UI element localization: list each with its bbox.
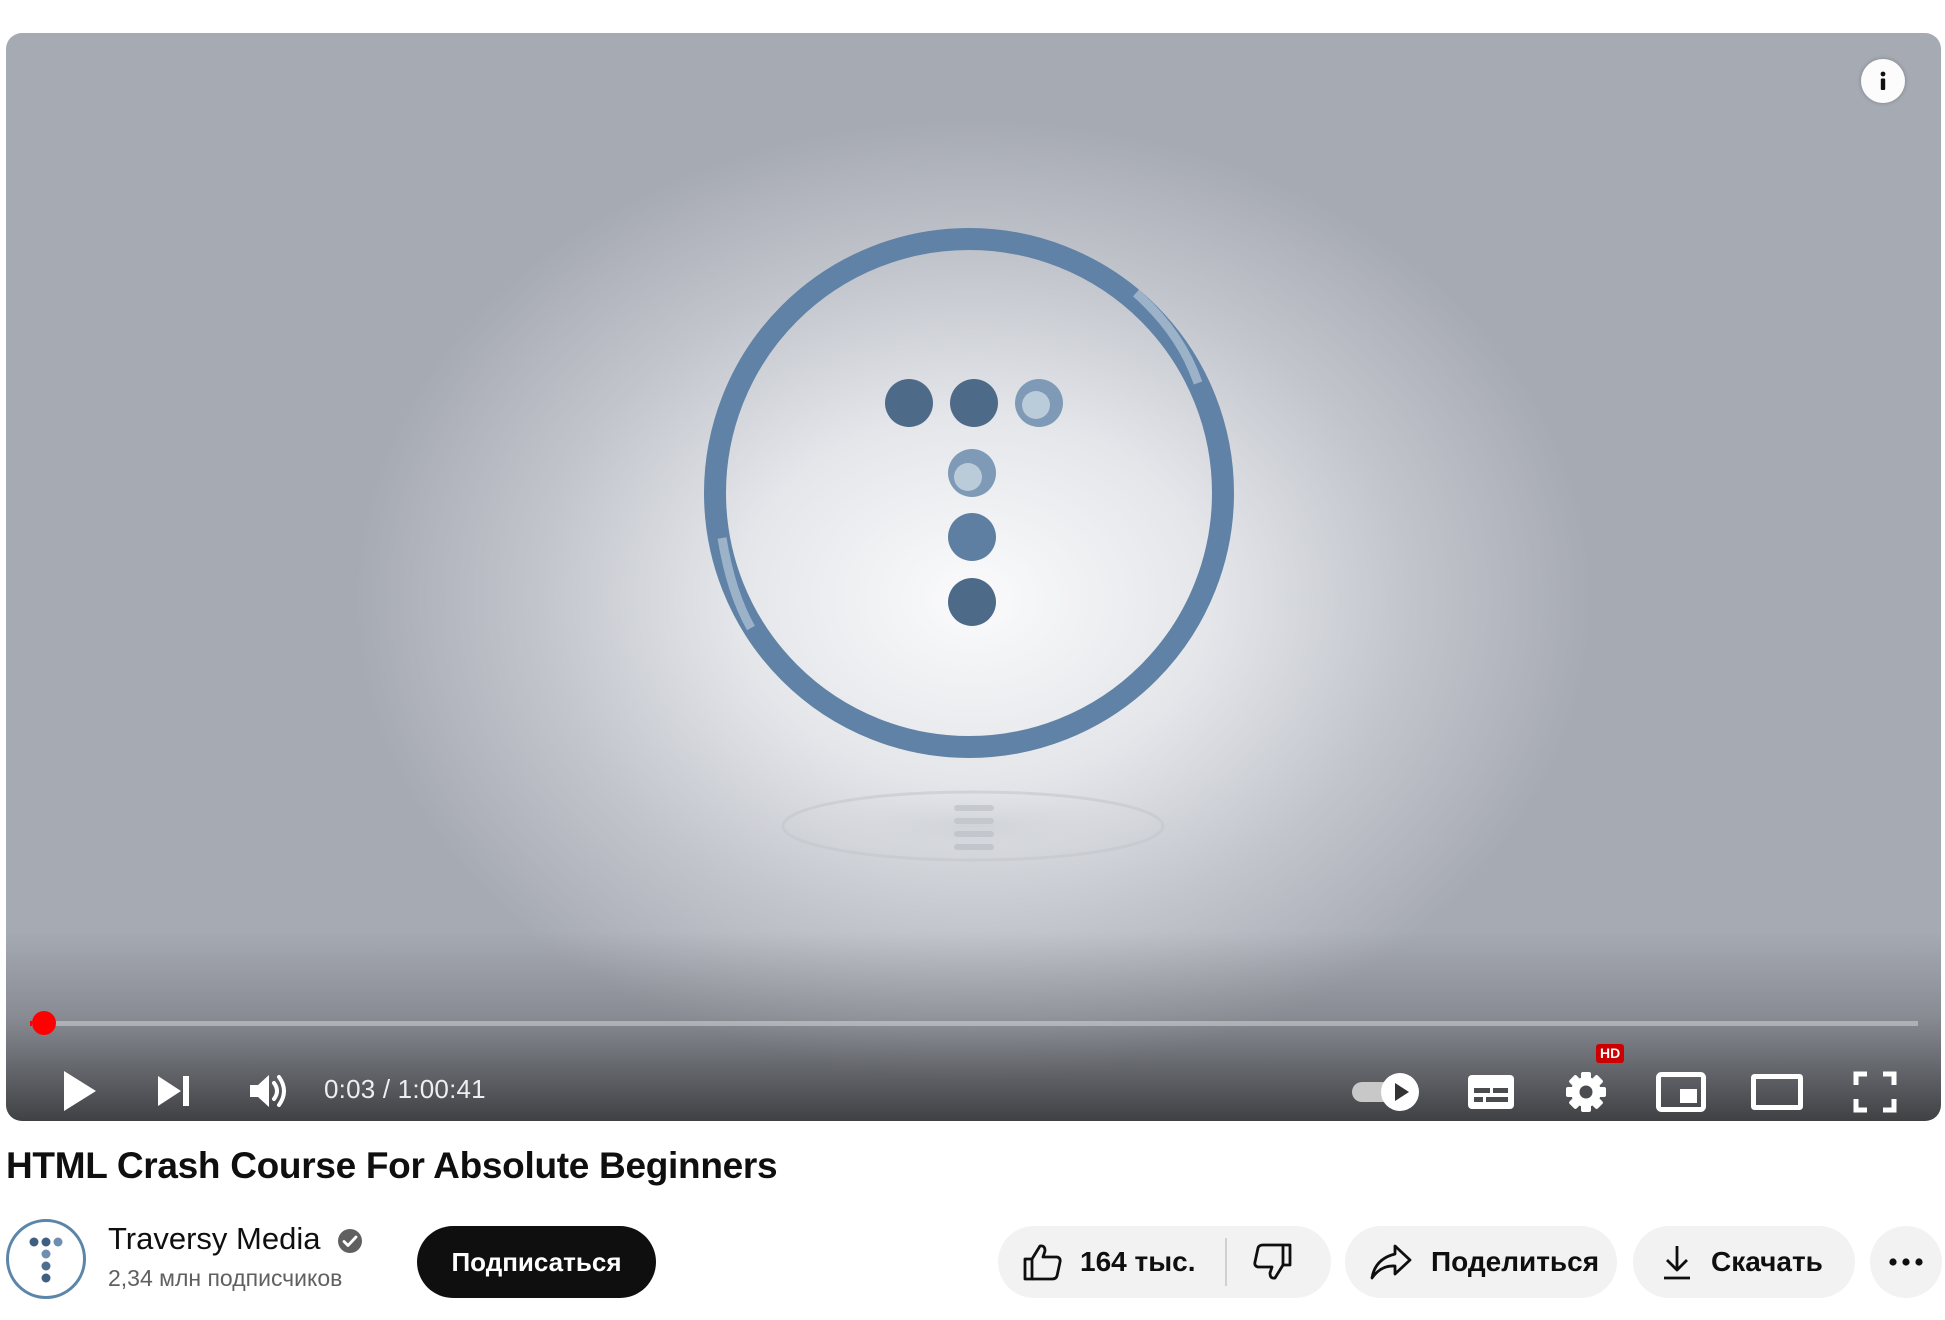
next-icon bbox=[158, 1076, 189, 1106]
miniplayer-icon bbox=[1656, 1072, 1706, 1112]
download-button[interactable]: Скачать bbox=[1633, 1226, 1855, 1298]
info-icon bbox=[1880, 71, 1886, 90]
play-icon bbox=[64, 1071, 96, 1111]
volume-icon bbox=[250, 1075, 286, 1107]
fullscreen-button[interactable] bbox=[1848, 1069, 1902, 1115]
theater-mode-icon bbox=[1751, 1074, 1803, 1110]
share-label: Поделиться bbox=[1431, 1246, 1600, 1277]
traversy-logo-icon bbox=[29, 1237, 63, 1283]
thumbs-up-icon bbox=[1023, 1244, 1062, 1281]
next-video-button[interactable] bbox=[146, 1063, 202, 1119]
thumbs-down-icon bbox=[1253, 1243, 1292, 1280]
download-label: Скачать bbox=[1711, 1246, 1823, 1277]
channel-logo-graphic bbox=[704, 228, 1234, 758]
progress-bar[interactable] bbox=[30, 1021, 1918, 1026]
download-icon bbox=[1664, 1246, 1690, 1280]
subtitles-icon bbox=[1468, 1075, 1514, 1109]
share-arrow-icon bbox=[1370, 1244, 1412, 1280]
video-title: HTML Crash Course For Absolute Beginners bbox=[6, 1145, 778, 1186]
time-display: 0:03 / 1:00:41 bbox=[324, 1074, 486, 1104]
subscriber-count: 2,34 млн подписчиков bbox=[108, 1265, 343, 1291]
fullscreen-icon bbox=[1853, 1071, 1897, 1113]
settings-gear-icon bbox=[1566, 1072, 1606, 1112]
like-dislike-group: 164 тыс. bbox=[998, 1226, 1331, 1298]
like-count: 164 тыс. bbox=[1080, 1246, 1196, 1277]
hd-badge: HD bbox=[1596, 1044, 1625, 1063]
subscribe-button[interactable]: Подписаться bbox=[417, 1226, 656, 1298]
channel-name[interactable]: Traversy Media bbox=[108, 1221, 320, 1257]
more-actions-button[interactable] bbox=[1870, 1226, 1942, 1298]
subtitles-button[interactable] bbox=[1464, 1069, 1518, 1115]
video-player[interactable]: 0:03 / 1:00:41 HD bbox=[6, 33, 1941, 1121]
dislike-button[interactable] bbox=[1227, 1226, 1323, 1298]
miniplayer-button[interactable] bbox=[1653, 1069, 1709, 1115]
autoplay-toggle[interactable] bbox=[1348, 1069, 1424, 1115]
share-button[interactable]: Поделиться bbox=[1345, 1226, 1617, 1298]
play-button[interactable] bbox=[52, 1063, 108, 1119]
theater-mode-button[interactable] bbox=[1749, 1069, 1805, 1115]
settings-button[interactable] bbox=[1560, 1067, 1612, 1117]
verified-check-icon bbox=[338, 1229, 362, 1253]
channel-avatar[interactable] bbox=[6, 1219, 86, 1299]
info-button[interactable] bbox=[1861, 59, 1905, 103]
logo-reflection bbox=[781, 790, 1165, 862]
mute-button[interactable] bbox=[240, 1063, 296, 1119]
progress-scrubber[interactable] bbox=[31, 1011, 56, 1035]
like-button[interactable]: 164 тыс. bbox=[998, 1226, 1228, 1298]
more-horizontal-icon bbox=[1889, 1258, 1923, 1266]
autoplay-toggle-icon bbox=[1352, 1073, 1419, 1111]
controls-gradient bbox=[6, 931, 1941, 1121]
